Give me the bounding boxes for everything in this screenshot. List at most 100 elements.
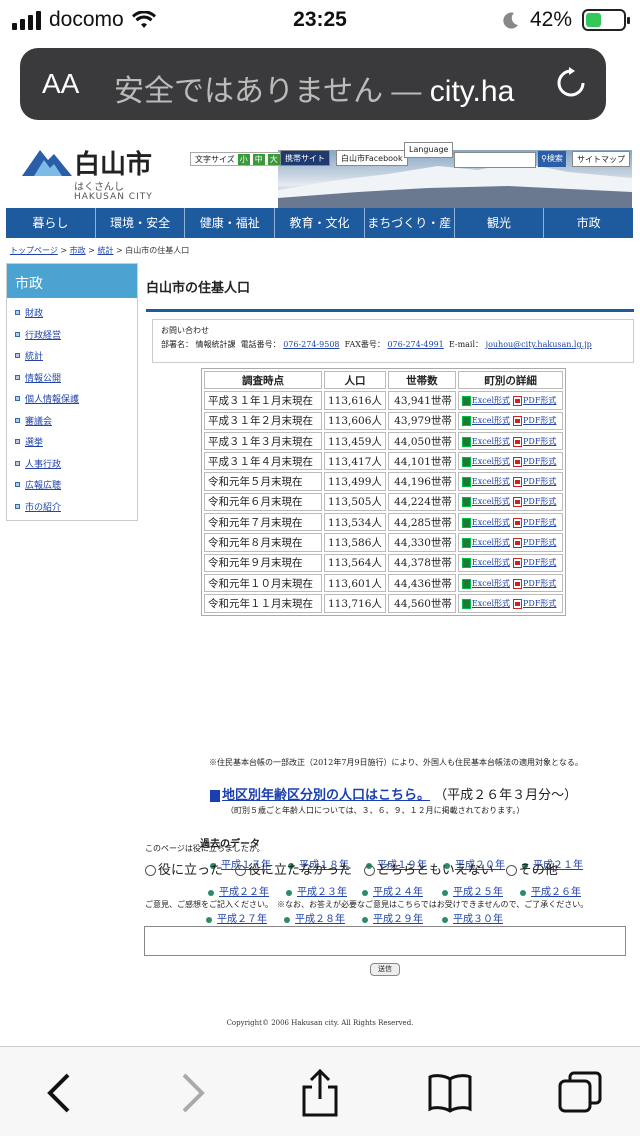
- excel-link[interactable]: Excel形式: [472, 437, 510, 446]
- past-year-link[interactable]: 平成２９年: [373, 914, 423, 925]
- past-year-link[interactable]: 平成２６年: [531, 887, 581, 898]
- excel-link[interactable]: Excel形式: [472, 599, 510, 608]
- excel-link[interactable]: Excel形式: [472, 518, 510, 527]
- gnav-item[interactable]: まちづくり・産業: [365, 208, 455, 260]
- excel-link[interactable]: Excel形式: [472, 579, 510, 588]
- feedback-textarea[interactable]: [144, 926, 626, 956]
- radio-icon[interactable]: [235, 865, 247, 876]
- radio-icon[interactable]: [364, 865, 376, 876]
- address-bar[interactable]: AA 安全ではありません — city.ha: [20, 48, 606, 120]
- past-year-link[interactable]: 平成２７年: [217, 914, 267, 925]
- side-menu-link[interactable]: 統計: [25, 349, 43, 362]
- side-menu-item[interactable]: 市の紹介: [15, 496, 137, 518]
- submit-button[interactable]: 送信: [370, 963, 400, 976]
- excel-link[interactable]: Excel形式: [472, 538, 510, 547]
- excel-link[interactable]: Excel形式: [472, 477, 510, 486]
- side-menu-item[interactable]: 統計: [15, 345, 137, 367]
- side-menu-item[interactable]: 行政経営: [15, 324, 137, 346]
- past-year-link[interactable]: 平成２５年: [453, 887, 503, 898]
- past-year-item[interactable]: 平成２４年: [362, 883, 423, 898]
- reload-icon[interactable]: [554, 66, 588, 100]
- side-menu-item[interactable]: 情報公開: [15, 367, 137, 389]
- pdf-link[interactable]: PDF形式: [523, 579, 556, 588]
- bookmarks-icon[interactable]: [426, 1069, 474, 1117]
- pdf-link[interactable]: PDF形式: [523, 558, 556, 567]
- side-menu-link[interactable]: 審議会: [25, 414, 52, 427]
- back-icon[interactable]: [38, 1069, 86, 1117]
- sitemap-button[interactable]: サイトマップ: [572, 151, 630, 167]
- pdf-link[interactable]: PDF形式: [523, 497, 556, 506]
- excel-link[interactable]: Excel形式: [472, 416, 510, 425]
- side-menu-item[interactable]: 人事行政: [15, 453, 137, 475]
- search-button[interactable]: ⚲検索: [538, 151, 566, 167]
- side-menu-item[interactable]: 財政: [15, 302, 137, 324]
- language-button[interactable]: Language: [404, 142, 454, 158]
- pdf-link[interactable]: PDF形式: [523, 457, 556, 466]
- site-logo[interactable]: 白山市 はくさんし HAKUSAN CITY: [22, 144, 172, 204]
- side-menu-item[interactable]: 広報広聴: [15, 474, 137, 496]
- url-text[interactable]: 安全ではありません — city.ha: [114, 66, 554, 110]
- excel-link[interactable]: Excel形式: [472, 558, 510, 567]
- reader-options-button[interactable]: AA: [42, 68, 79, 100]
- side-menu-item[interactable]: 審議会: [15, 410, 137, 432]
- excel-link[interactable]: Excel形式: [472, 457, 510, 466]
- search-input[interactable]: [454, 152, 536, 168]
- email-link[interactable]: jouhou@city.hakusan.lg.jp: [486, 340, 592, 349]
- side-menu-link[interactable]: 個人情報保護: [25, 392, 79, 405]
- excel-link[interactable]: Excel形式: [472, 497, 510, 506]
- pdf-link[interactable]: PDF形式: [523, 416, 556, 425]
- breadcrumb-stats[interactable]: 統計: [97, 246, 113, 255]
- past-year-link[interactable]: 平成２８年: [295, 914, 345, 925]
- past-year-item[interactable]: 平成２２年: [208, 883, 269, 898]
- facebook-button[interactable]: 白山市Facebook: [336, 150, 408, 166]
- share-icon[interactable]: [296, 1069, 344, 1117]
- breadcrumb-top[interactable]: トップページ: [10, 246, 58, 255]
- past-year-item[interactable]: 平成２９年: [362, 910, 423, 925]
- past-year-item[interactable]: 平成２８年: [284, 910, 345, 925]
- side-menu-link[interactable]: 財政: [25, 306, 43, 319]
- font-large-button[interactable]: 大: [267, 153, 280, 165]
- side-menu-link[interactable]: 広報広聴: [25, 478, 61, 491]
- tabs-icon[interactable]: [556, 1069, 604, 1117]
- gnav-item[interactable]: 暮らし: [6, 208, 96, 238]
- radio-icon[interactable]: [145, 865, 156, 876]
- past-year-item[interactable]: 平成２５年: [442, 883, 503, 898]
- breadcrumb-shisei[interactable]: 市政: [70, 246, 86, 255]
- past-year-item[interactable]: 平成３０年: [442, 910, 503, 925]
- radio-icon[interactable]: [505, 865, 517, 876]
- gnav-item[interactable]: 健康・福祉: [185, 208, 276, 238]
- district-link[interactable]: 地区別年齢区分別の人口はこちら。: [222, 788, 430, 803]
- font-medium-button[interactable]: 中: [252, 153, 265, 165]
- past-year-item[interactable]: 平成２７年: [206, 910, 267, 925]
- tel-link[interactable]: 076-274-9508: [283, 340, 339, 349]
- feedback-radio[interactable]: 役に立った: [145, 859, 223, 878]
- side-menu-item[interactable]: 選挙: [15, 431, 137, 453]
- feedback-radio[interactable]: どちらともいえない: [364, 859, 494, 878]
- feedback-radio[interactable]: 役に立たなかった: [235, 859, 352, 878]
- gnav-item[interactable]: 観光: [455, 208, 545, 238]
- past-year-link[interactable]: 平成２２年: [219, 887, 269, 898]
- side-menu-link[interactable]: 人事行政: [25, 457, 61, 470]
- excel-link[interactable]: Excel形式: [472, 396, 510, 405]
- side-menu-link[interactable]: 情報公開: [25, 371, 61, 384]
- past-year-item[interactable]: 平成２６年: [520, 883, 581, 898]
- gnav-item[interactable]: 教育・文化: [275, 208, 365, 238]
- pdf-link[interactable]: PDF形式: [523, 538, 556, 547]
- past-year-link[interactable]: 平成３０年: [453, 914, 503, 925]
- past-year-link[interactable]: 平成２３年: [297, 887, 347, 898]
- pdf-link[interactable]: PDF形式: [523, 396, 556, 405]
- side-menu-link[interactable]: 市の紹介: [25, 500, 61, 513]
- feedback-radio[interactable]: その他: [505, 859, 558, 878]
- forward-icon[interactable]: [166, 1069, 214, 1117]
- mobile-site-button[interactable]: 携帯サイト: [280, 150, 330, 166]
- side-menu-item[interactable]: 個人情報保護: [15, 388, 137, 410]
- past-year-link[interactable]: 平成２４年: [373, 887, 423, 898]
- side-menu-link[interactable]: 選挙: [25, 435, 43, 448]
- fax-link[interactable]: 076-274-4991: [387, 340, 443, 349]
- pdf-link[interactable]: PDF形式: [523, 437, 556, 446]
- pdf-link[interactable]: PDF形式: [523, 599, 556, 608]
- pdf-link[interactable]: PDF形式: [523, 477, 556, 486]
- gnav-item[interactable]: 環境・安全: [96, 208, 186, 238]
- font-small-button[interactable]: 小: [237, 153, 250, 165]
- past-year-item[interactable]: 平成２３年: [286, 883, 347, 898]
